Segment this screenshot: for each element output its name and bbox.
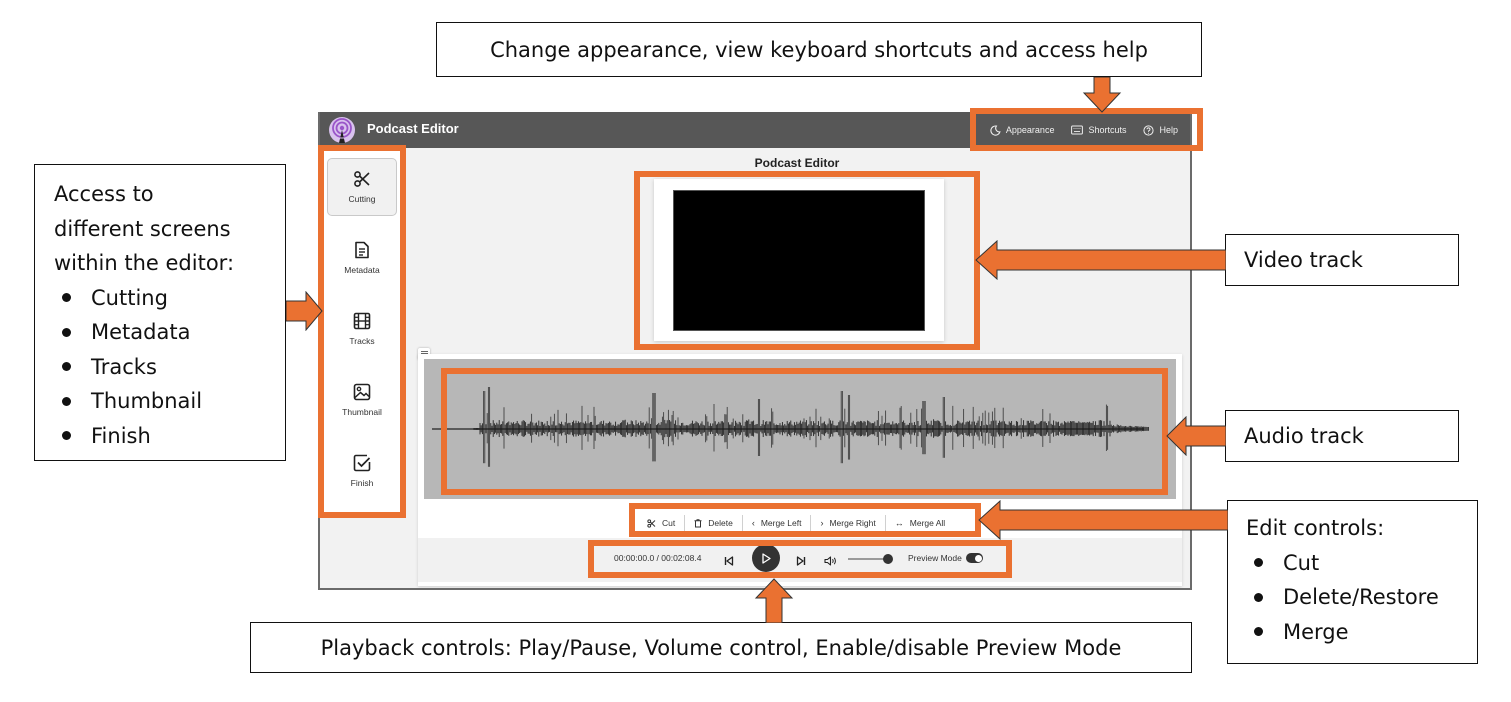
- podcast-logo-icon: [329, 117, 355, 143]
- help-label: Help: [1159, 125, 1178, 135]
- trash-icon: [694, 518, 702, 527]
- delete-button[interactable]: Delete: [684, 515, 742, 531]
- sidebar-item-metadata[interactable]: Metadata: [327, 229, 397, 287]
- image-icon: [353, 383, 371, 401]
- title-bar: Podcast Editor Appearance Shortcuts Help: [320, 112, 1190, 148]
- moon-icon: [990, 125, 1001, 136]
- callout-sidebar-item: Metadata: [52, 315, 285, 350]
- chevron-left-icon: ‹: [751, 518, 755, 528]
- edit-controls: Cut Delete ‹ Merge Left › Merge Right ↔: [638, 514, 954, 532]
- sidebar-item-label: Cutting: [348, 194, 376, 204]
- video-card: [654, 179, 944, 341]
- sidebar-item-finish[interactable]: Finish: [327, 442, 397, 500]
- play-button[interactable]: [752, 544, 780, 572]
- playback-controls: 00:00:00.0 / 00:02:08.4 Preview Mode: [418, 538, 1182, 582]
- cut-label: Cut: [662, 518, 676, 528]
- merge-right-button[interactable]: › Merge Right: [810, 515, 884, 531]
- sidebar-item-thumbnail[interactable]: Thumbnail: [327, 371, 397, 429]
- merge-right-label: Merge Right: [829, 518, 876, 528]
- callout-sidebar-heading-2: different screens: [54, 216, 231, 241]
- cut-button[interactable]: Cut: [638, 515, 684, 531]
- callout-video-track: Video track: [1225, 234, 1459, 286]
- document-icon: [355, 241, 369, 259]
- callout-edit-item: Delete/Restore: [1244, 580, 1477, 615]
- page-title: Podcast Editor: [754, 156, 840, 170]
- shortcuts-label: Shortcuts: [1088, 125, 1127, 135]
- sidebar-item-label: Thumbnail: [342, 407, 382, 417]
- checkbox-icon: [353, 454, 371, 472]
- merge-all-label: Merge All: [909, 518, 946, 528]
- scissors-icon: [354, 171, 370, 187]
- callout-audio-track: Audio track: [1225, 410, 1459, 462]
- callout-edit-item: Cut: [1244, 546, 1477, 581]
- callout-edit-heading: Edit controls:: [1246, 516, 1385, 540]
- keyboard-icon: [1071, 125, 1084, 135]
- volume-icon: [824, 556, 836, 566]
- top-actions: Appearance Shortcuts Help: [973, 112, 1190, 148]
- callout-sidebar: Access to different screens within the e…: [34, 164, 286, 461]
- preview-mode-label: Preview Mode: [908, 553, 962, 563]
- arrow-right-to-sidebar: [286, 291, 323, 331]
- volume-slider[interactable]: [848, 558, 888, 560]
- sidebar-item-label: Tracks: [349, 336, 375, 346]
- callout-edit-controls: Edit controls: Cut Delete/Restore Merge: [1227, 500, 1478, 664]
- preview-mode-toggle[interactable]: [966, 553, 983, 563]
- arrow-down-to-top-actions: [1082, 77, 1122, 113]
- arrow-left-to-audio: [1166, 416, 1226, 456]
- chevron-right-icon: ›: [820, 518, 824, 528]
- callout-sidebar-item: Thumbnail: [52, 384, 285, 419]
- merge-left-button[interactable]: ‹ Merge Left: [741, 515, 811, 531]
- film-icon: [353, 312, 371, 330]
- callout-playback-text: Playback controls: Play/Pause, Volume co…: [320, 635, 1122, 660]
- sidebar-item-label: Finish: [350, 478, 374, 488]
- skip-forward-button[interactable]: [796, 553, 806, 571]
- sidebar-item-cutting[interactable]: Cutting: [327, 158, 397, 216]
- help-button[interactable]: Help: [1143, 124, 1178, 136]
- sidebar: Cutting Metadata Tracks Thumbnail Finish: [320, 148, 404, 518]
- sidebar-item-label: Metadata: [344, 265, 380, 275]
- callout-sidebar-heading-3: within the editor:: [54, 251, 235, 275]
- callout-audio-text: Audio track: [1244, 424, 1364, 448]
- arrow-up-to-playback: [754, 578, 794, 623]
- callout-sidebar-item: Cutting: [52, 281, 285, 316]
- shortcuts-button[interactable]: Shortcuts: [1071, 125, 1126, 135]
- help-circle-icon: [1143, 124, 1155, 136]
- callout-video-text: Video track: [1244, 248, 1363, 272]
- skip-back-button[interactable]: [724, 553, 734, 571]
- callout-playback-controls: Playback controls: Play/Pause, Volume co…: [250, 622, 1192, 673]
- volume-slider-knob[interactable]: [883, 554, 893, 564]
- app-title: Podcast Editor: [367, 121, 459, 136]
- scissors-icon: [647, 518, 656, 528]
- play-icon: [762, 552, 771, 564]
- callout-top-actions: Change appearance, view keyboard shortcu…: [436, 22, 1202, 77]
- appearance-button[interactable]: Appearance: [990, 125, 1055, 136]
- delete-label: Delete: [708, 518, 733, 528]
- audio-track[interactable]: [424, 359, 1176, 499]
- callout-top-text: Change appearance, view keyboard shortcu…: [490, 37, 1148, 62]
- callout-edit-item: Merge: [1244, 615, 1477, 650]
- skip-back-icon: [724, 556, 734, 566]
- volume-button[interactable]: [824, 553, 837, 571]
- callout-sidebar-heading-1: Access to: [54, 182, 154, 206]
- appearance-label: Appearance: [1005, 125, 1055, 135]
- track-panel: Cut Delete ‹ Merge Left › Merge Right ↔: [418, 354, 1182, 586]
- callout-sidebar-item: Tracks: [52, 350, 285, 385]
- time-readout: 00:00:00.0 / 00:02:08.4: [614, 553, 702, 563]
- video-player[interactable]: [673, 190, 925, 331]
- audio-waveform: [432, 387, 1149, 467]
- arrow-left-to-video: [975, 240, 1226, 280]
- merge-left-label: Merge Left: [760, 518, 802, 528]
- skip-forward-icon: [796, 556, 806, 566]
- sidebar-item-tracks[interactable]: Tracks: [327, 300, 397, 358]
- arrows-horizontal-icon: ↔: [894, 518, 904, 528]
- callout-sidebar-item: Finish: [52, 419, 285, 454]
- arrow-left-to-edit-controls: [978, 500, 1228, 540]
- merge-all-button[interactable]: ↔ Merge All: [884, 515, 954, 531]
